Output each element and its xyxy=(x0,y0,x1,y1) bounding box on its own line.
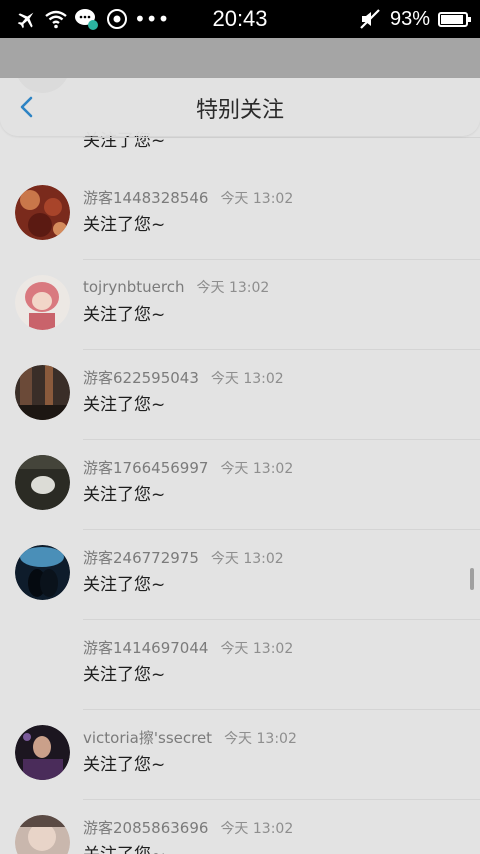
follow-list[interactable]: 关注了您~ 游客1448328546 今天 13:02 关注了您~ tojryn… xyxy=(0,78,480,854)
list-item[interactable]: 游客2085863696 今天 13:02 关注了您~ xyxy=(0,800,480,854)
list-item[interactable]: 游客246772975 今天 13:02 关注了您~ xyxy=(0,530,480,620)
timestamp: 今天 13:02 xyxy=(220,191,294,207)
list-item-message: 关注了您~ xyxy=(83,665,166,685)
battery-icon xyxy=(438,11,471,27)
status-icons-right: 93% xyxy=(358,0,471,38)
nav-header: 特别关注 xyxy=(0,78,480,136)
list-item[interactable]: 游客1414697044 今天 13:02 关注了您~ xyxy=(0,620,480,710)
list-item-message: 关注了您~ xyxy=(83,395,166,415)
username[interactable]: 游客1766456997 xyxy=(83,459,208,477)
username[interactable]: 游客1448328546 xyxy=(83,189,208,207)
list-item[interactable]: victoria擦'ssecret 今天 13:02 关注了您~ xyxy=(0,710,480,800)
timestamp: 今天 13:02 xyxy=(220,641,294,657)
list-item-name[interactable]: 游客1414697044 今天 13:02 xyxy=(83,637,293,658)
list-item-name[interactable]: tojrynbtuerch 今天 13:02 xyxy=(83,277,269,297)
page-title: 特别关注 xyxy=(195,98,284,123)
timestamp: 今天 13:02 xyxy=(224,731,297,747)
timestamp: 今天 13:02 xyxy=(196,280,270,296)
list-item[interactable]: 游客1448328546 今天 13:02 关注了您~ xyxy=(0,170,480,260)
list-item[interactable]: 游客1766456997 今天 13:02 关注了您~ xyxy=(0,440,480,530)
list-item-name[interactable]: 游客2085863696 今天 13:02 xyxy=(83,817,293,838)
avatar xyxy=(15,365,70,420)
timestamp: 今天 13:02 xyxy=(210,371,284,387)
avatar xyxy=(15,815,70,854)
timestamp: 今天 13:02 xyxy=(210,551,284,567)
status-bar: ••• 20:43 93% xyxy=(0,0,480,38)
avatar xyxy=(15,185,70,240)
scrollbar[interactable] xyxy=(470,568,474,590)
battery-percent: 93% xyxy=(389,7,430,30)
timestamp: 今天 13:02 xyxy=(220,461,294,477)
list-item-name[interactable]: 游客622595043 今天 13:02 xyxy=(83,367,284,388)
list-item-message: 关注了您~ xyxy=(83,755,166,775)
list-item-name[interactable]: 游客1448328546 今天 13:02 xyxy=(83,187,293,208)
username[interactable]: 游客622595043 xyxy=(83,369,199,387)
username[interactable]: tojrynbtuerch xyxy=(83,278,185,296)
list-item-name[interactable]: 游客246772975 今天 13:02 xyxy=(83,547,284,568)
avatar xyxy=(15,275,70,330)
avatar xyxy=(15,725,70,780)
list-item-name[interactable]: victoria擦'ssecret 今天 13:02 xyxy=(83,727,297,748)
list-item-message: 关注了您~ xyxy=(83,840,165,854)
list-item[interactable]: tojrynbtuerch 今天 13:02 关注了您~ xyxy=(0,260,480,350)
list-item-name[interactable]: 游客1766456997 今天 13:02 xyxy=(83,457,293,478)
username[interactable]: 游客246772975 xyxy=(83,549,199,567)
mute-icon xyxy=(360,9,380,29)
list-item-message: 关注了您~ xyxy=(83,305,166,325)
list-item-message: 关注了您~ xyxy=(83,485,166,505)
list-item-message: 关注了您~ xyxy=(83,215,166,235)
username[interactable]: 游客1414697044 xyxy=(83,639,208,657)
avatar xyxy=(15,545,70,600)
timestamp: 今天 13:02 xyxy=(220,821,294,837)
username[interactable]: victoria擦'ssecret xyxy=(83,729,212,747)
username[interactable]: 游客2085863696 xyxy=(83,819,208,837)
avatar xyxy=(15,455,70,510)
list-item[interactable]: 游客622595043 今天 13:02 关注了您~ xyxy=(0,350,480,440)
list-item-message: 关注了您~ xyxy=(83,575,166,595)
header-shadow-band xyxy=(0,38,480,78)
